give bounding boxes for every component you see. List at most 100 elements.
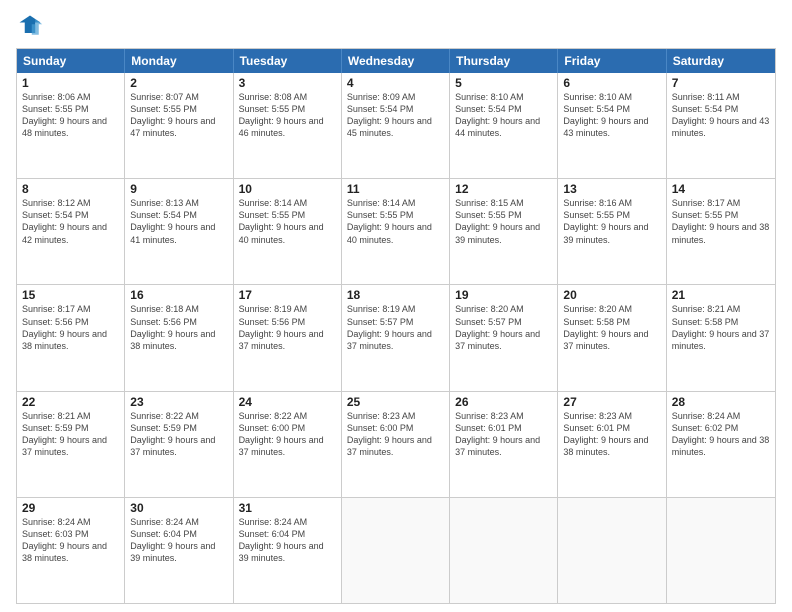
day-number: 18 xyxy=(347,288,444,302)
calendar-cell xyxy=(342,498,450,603)
calendar-cell: 25Sunrise: 8:23 AMSunset: 6:00 PMDayligh… xyxy=(342,392,450,497)
weekday-header-tuesday: Tuesday xyxy=(234,49,342,73)
calendar-cell: 16Sunrise: 8:18 AMSunset: 5:56 PMDayligh… xyxy=(125,285,233,390)
calendar-cell: 7Sunrise: 8:11 AMSunset: 5:54 PMDaylight… xyxy=(667,73,775,178)
weekday-header-friday: Friday xyxy=(558,49,666,73)
calendar-cell: 21Sunrise: 8:21 AMSunset: 5:58 PMDayligh… xyxy=(667,285,775,390)
cell-info: Sunrise: 8:20 AMSunset: 5:57 PMDaylight:… xyxy=(455,303,552,352)
calendar-row-1: 1Sunrise: 8:06 AMSunset: 5:55 PMDaylight… xyxy=(17,73,775,178)
calendar-cell: 13Sunrise: 8:16 AMSunset: 5:55 PMDayligh… xyxy=(558,179,666,284)
calendar-cell: 24Sunrise: 8:22 AMSunset: 6:00 PMDayligh… xyxy=(234,392,342,497)
cell-info: Sunrise: 8:10 AMSunset: 5:54 PMDaylight:… xyxy=(455,91,552,140)
cell-info: Sunrise: 8:10 AMSunset: 5:54 PMDaylight:… xyxy=(563,91,660,140)
calendar-row-3: 15Sunrise: 8:17 AMSunset: 5:56 PMDayligh… xyxy=(17,284,775,390)
day-number: 13 xyxy=(563,182,660,196)
calendar-cell xyxy=(667,498,775,603)
calendar-row-5: 29Sunrise: 8:24 AMSunset: 6:03 PMDayligh… xyxy=(17,497,775,603)
day-number: 1 xyxy=(22,76,119,90)
day-number: 22 xyxy=(22,395,119,409)
logo-icon xyxy=(16,12,44,40)
day-number: 5 xyxy=(455,76,552,90)
calendar-cell: 28Sunrise: 8:24 AMSunset: 6:02 PMDayligh… xyxy=(667,392,775,497)
calendar-cell: 19Sunrise: 8:20 AMSunset: 5:57 PMDayligh… xyxy=(450,285,558,390)
day-number: 24 xyxy=(239,395,336,409)
cell-info: Sunrise: 8:19 AMSunset: 5:57 PMDaylight:… xyxy=(347,303,444,352)
cell-info: Sunrise: 8:06 AMSunset: 5:55 PMDaylight:… xyxy=(22,91,119,140)
weekday-header-sunday: Sunday xyxy=(17,49,125,73)
calendar-cell: 6Sunrise: 8:10 AMSunset: 5:54 PMDaylight… xyxy=(558,73,666,178)
day-number: 19 xyxy=(455,288,552,302)
calendar-cell: 18Sunrise: 8:19 AMSunset: 5:57 PMDayligh… xyxy=(342,285,450,390)
day-number: 30 xyxy=(130,501,227,515)
day-number: 28 xyxy=(672,395,770,409)
cell-info: Sunrise: 8:22 AMSunset: 5:59 PMDaylight:… xyxy=(130,410,227,459)
cell-info: Sunrise: 8:15 AMSunset: 5:55 PMDaylight:… xyxy=(455,197,552,246)
calendar-cell: 9Sunrise: 8:13 AMSunset: 5:54 PMDaylight… xyxy=(125,179,233,284)
cell-info: Sunrise: 8:24 AMSunset: 6:02 PMDaylight:… xyxy=(672,410,770,459)
calendar-cell: 20Sunrise: 8:20 AMSunset: 5:58 PMDayligh… xyxy=(558,285,666,390)
day-number: 27 xyxy=(563,395,660,409)
day-number: 10 xyxy=(239,182,336,196)
cell-info: Sunrise: 8:17 AMSunset: 5:55 PMDaylight:… xyxy=(672,197,770,246)
weekday-header-monday: Monday xyxy=(125,49,233,73)
cell-info: Sunrise: 8:18 AMSunset: 5:56 PMDaylight:… xyxy=(130,303,227,352)
weekday-header-saturday: Saturday xyxy=(667,49,775,73)
cell-info: Sunrise: 8:08 AMSunset: 5:55 PMDaylight:… xyxy=(239,91,336,140)
calendar-cell: 5Sunrise: 8:10 AMSunset: 5:54 PMDaylight… xyxy=(450,73,558,178)
cell-info: Sunrise: 8:20 AMSunset: 5:58 PMDaylight:… xyxy=(563,303,660,352)
calendar-row-2: 8Sunrise: 8:12 AMSunset: 5:54 PMDaylight… xyxy=(17,178,775,284)
calendar-cell: 3Sunrise: 8:08 AMSunset: 5:55 PMDaylight… xyxy=(234,73,342,178)
calendar: SundayMondayTuesdayWednesdayThursdayFrid… xyxy=(16,48,776,604)
cell-info: Sunrise: 8:09 AMSunset: 5:54 PMDaylight:… xyxy=(347,91,444,140)
day-number: 31 xyxy=(239,501,336,515)
calendar-row-4: 22Sunrise: 8:21 AMSunset: 5:59 PMDayligh… xyxy=(17,391,775,497)
cell-info: Sunrise: 8:13 AMSunset: 5:54 PMDaylight:… xyxy=(130,197,227,246)
cell-info: Sunrise: 8:22 AMSunset: 6:00 PMDaylight:… xyxy=(239,410,336,459)
calendar-cell xyxy=(558,498,666,603)
cell-info: Sunrise: 8:17 AMSunset: 5:56 PMDaylight:… xyxy=(22,303,119,352)
day-number: 16 xyxy=(130,288,227,302)
calendar-cell: 29Sunrise: 8:24 AMSunset: 6:03 PMDayligh… xyxy=(17,498,125,603)
calendar-cell: 11Sunrise: 8:14 AMSunset: 5:55 PMDayligh… xyxy=(342,179,450,284)
calendar-cell: 1Sunrise: 8:06 AMSunset: 5:55 PMDaylight… xyxy=(17,73,125,178)
day-number: 8 xyxy=(22,182,119,196)
day-number: 26 xyxy=(455,395,552,409)
logo xyxy=(16,12,48,40)
day-number: 3 xyxy=(239,76,336,90)
header xyxy=(16,12,776,40)
cell-info: Sunrise: 8:21 AMSunset: 5:59 PMDaylight:… xyxy=(22,410,119,459)
calendar-cell: 14Sunrise: 8:17 AMSunset: 5:55 PMDayligh… xyxy=(667,179,775,284)
day-number: 25 xyxy=(347,395,444,409)
cell-info: Sunrise: 8:16 AMSunset: 5:55 PMDaylight:… xyxy=(563,197,660,246)
cell-info: Sunrise: 8:23 AMSunset: 6:01 PMDaylight:… xyxy=(563,410,660,459)
calendar-cell: 8Sunrise: 8:12 AMSunset: 5:54 PMDaylight… xyxy=(17,179,125,284)
calendar-cell: 31Sunrise: 8:24 AMSunset: 6:04 PMDayligh… xyxy=(234,498,342,603)
day-number: 7 xyxy=(672,76,770,90)
day-number: 4 xyxy=(347,76,444,90)
cell-info: Sunrise: 8:24 AMSunset: 6:04 PMDaylight:… xyxy=(130,516,227,565)
day-number: 15 xyxy=(22,288,119,302)
cell-info: Sunrise: 8:11 AMSunset: 5:54 PMDaylight:… xyxy=(672,91,770,140)
page: SundayMondayTuesdayWednesdayThursdayFrid… xyxy=(0,0,792,612)
day-number: 17 xyxy=(239,288,336,302)
day-number: 23 xyxy=(130,395,227,409)
cell-info: Sunrise: 8:24 AMSunset: 6:04 PMDaylight:… xyxy=(239,516,336,565)
day-number: 29 xyxy=(22,501,119,515)
cell-info: Sunrise: 8:14 AMSunset: 5:55 PMDaylight:… xyxy=(239,197,336,246)
calendar-cell: 2Sunrise: 8:07 AMSunset: 5:55 PMDaylight… xyxy=(125,73,233,178)
weekday-header-thursday: Thursday xyxy=(450,49,558,73)
cell-info: Sunrise: 8:23 AMSunset: 6:01 PMDaylight:… xyxy=(455,410,552,459)
cell-info: Sunrise: 8:23 AMSunset: 6:00 PMDaylight:… xyxy=(347,410,444,459)
weekday-header-wednesday: Wednesday xyxy=(342,49,450,73)
cell-info: Sunrise: 8:19 AMSunset: 5:56 PMDaylight:… xyxy=(239,303,336,352)
day-number: 9 xyxy=(130,182,227,196)
day-number: 14 xyxy=(672,182,770,196)
calendar-cell: 23Sunrise: 8:22 AMSunset: 5:59 PMDayligh… xyxy=(125,392,233,497)
calendar-cell: 27Sunrise: 8:23 AMSunset: 6:01 PMDayligh… xyxy=(558,392,666,497)
calendar-header: SundayMondayTuesdayWednesdayThursdayFrid… xyxy=(17,49,775,73)
day-number: 21 xyxy=(672,288,770,302)
cell-info: Sunrise: 8:21 AMSunset: 5:58 PMDaylight:… xyxy=(672,303,770,352)
day-number: 6 xyxy=(563,76,660,90)
calendar-cell: 12Sunrise: 8:15 AMSunset: 5:55 PMDayligh… xyxy=(450,179,558,284)
day-number: 11 xyxy=(347,182,444,196)
